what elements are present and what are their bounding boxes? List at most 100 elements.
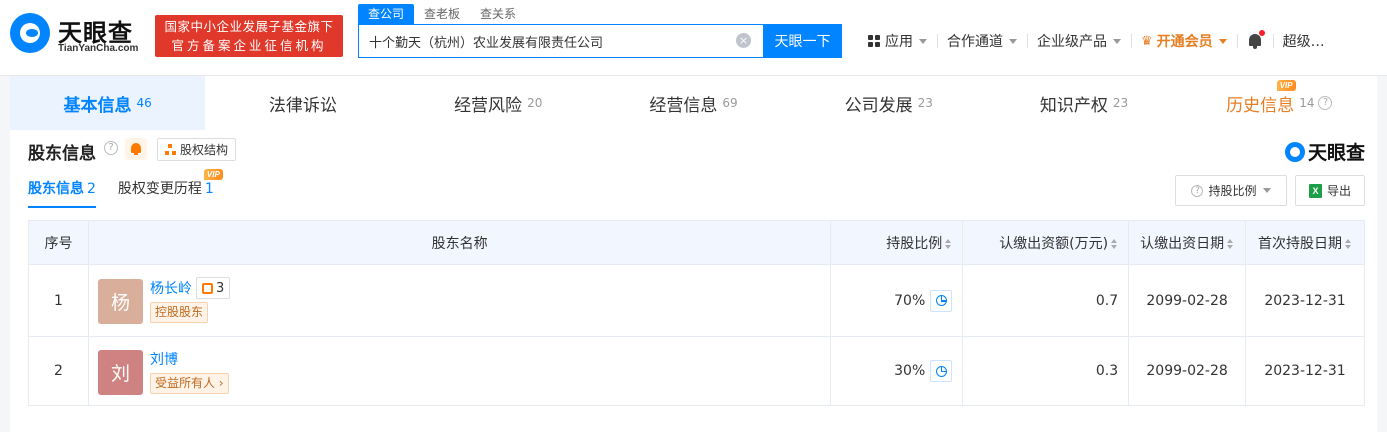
nav-user[interactable]: 超级… <box>1272 24 1335 58</box>
nav-cooperation[interactable]: 合作通道 <box>937 24 1027 58</box>
nav-apps[interactable]: 应用 <box>858 24 937 58</box>
sort-icon <box>1111 238 1118 249</box>
nav-enterprise[interactable]: 企业级产品 <box>1027 24 1131 58</box>
holder-tag: 控股股东 <box>149 302 208 323</box>
org-chart-icon <box>165 144 176 155</box>
top-header: 天眼查 TianYanCha.com 国家中小企业发展子基金旗下 官方备案企业征… <box>0 0 1387 76</box>
export-button[interactable]: X 导出 <box>1295 175 1365 206</box>
holder-tag-label: 受益所有人 <box>154 375 215 390</box>
avatar: 杨 <box>97 279 143 324</box>
equity-structure-button[interactable]: 股权结构 <box>157 138 237 161</box>
excel-icon: X <box>1308 183 1322 198</box>
header-ratio-label: 持股比例 <box>886 235 943 252</box>
search-clear-icon[interactable]: × <box>736 33 751 48</box>
export-label: 导出 <box>1326 184 1351 198</box>
header-no: 序号 <box>28 220 89 265</box>
vip-tag: VIP <box>203 169 223 180</box>
search-input[interactable] <box>359 25 719 57</box>
tianyancha-logo[interactable]: 天眼查 TianYanCha.com <box>10 13 150 59</box>
header-first-date[interactable]: 首次持股日期 <box>1245 220 1365 265</box>
ratio-filter-label: 持股比例 <box>1208 184 1257 198</box>
tab-label: 历史信息 <box>1226 95 1295 116</box>
logo-domain: TianYanCha.com <box>58 43 139 54</box>
tab-count: 69 <box>722 96 738 110</box>
table-row: 1 杨 杨长岭 3 控股股东 70% 0.7 2099-02-28 2023-1… <box>28 264 1365 337</box>
subtab-equity-history[interactable]: VIP 股权变更历程 1 <box>118 169 223 208</box>
search-button[interactable]: 天眼一下 <box>763 24 842 58</box>
shareholder-table: 序号 股东名称 持股比例 认缴出资额(万元) 认缴出资日期 首次持股日期 1 杨… <box>28 220 1365 406</box>
holder-cell: 刘 刘博 受益所有人 › <box>87 336 832 406</box>
related-companies-badge[interactable]: 3 <box>195 277 231 299</box>
shareholder-section: 股东信息 ? 股权结构 天眼查 股东信息 2 VIP 股权变更历程 1 ? 持股比例… <box>10 130 1377 432</box>
holder-cell: 杨 杨长岭 3 控股股东 <box>87 264 832 337</box>
logo-mark-icon <box>1284 141 1305 162</box>
nav-enterprise-label: 企业级产品 <box>1037 34 1107 50</box>
sort-icon <box>945 238 952 249</box>
tab-label: 经营信息 <box>649 95 718 116</box>
table-header-row: 序号 股东名称 持股比例 认缴出资额(万元) 认缴出资日期 首次持股日期 <box>28 220 1365 265</box>
search-tab-boss[interactable]: 查老板 <box>414 4 470 24</box>
header-ratio[interactable]: 持股比例 <box>830 220 964 265</box>
help-icon: ? <box>1191 184 1204 197</box>
gov-badge-line1: 国家中小企业发展子基金旗下 <box>164 19 334 34</box>
tab-legal[interactable]: 法律诉讼 <box>205 76 400 130</box>
ratio-cell: 70% <box>830 264 964 337</box>
search-tab-company[interactable]: 查公司 <box>358 4 415 24</box>
header-name: 股东名称 <box>87 220 832 265</box>
gov-badge-line2: 官方备案企业征信机构 <box>171 38 327 53</box>
tab-label: 法律诉讼 <box>268 95 337 116</box>
capital-value: 0.7 <box>962 264 1130 337</box>
crown-icon: ♛ <box>1141 33 1153 49</box>
vip-tag: VIP <box>1276 80 1296 91</box>
tab-count: 20 <box>527 96 543 110</box>
pie-chart-icon[interactable] <box>930 289 953 312</box>
nav-vip[interactable]: ♛ 开通会员 <box>1131 24 1237 58</box>
help-icon[interactable]: ? <box>104 141 118 155</box>
subtab-label: 股东信息 <box>28 181 84 197</box>
row-no: 2 <box>28 336 89 406</box>
help-icon[interactable]: ? <box>1318 96 1333 110</box>
tab-count: 23 <box>1112 96 1129 110</box>
header-capital[interactable]: 认缴出资额(万元) <box>962 220 1130 265</box>
row-no: 1 <box>28 264 89 337</box>
brand-name: 天眼查 <box>1307 142 1365 164</box>
holder-tag[interactable]: 受益所有人 › <box>149 372 229 394</box>
tab-history[interactable]: VIP 历史信息 14 ? <box>1182 76 1377 130</box>
tab-basic-info[interactable]: 基本信息 46 <box>10 76 206 130</box>
nav-cooperation-label: 合作通道 <box>947 34 1003 50</box>
tab-count: 46 <box>136 96 152 110</box>
tab-operation[interactable]: 经营信息 69 <box>596 76 791 130</box>
tianyancha-watermark-logo: 天眼查 <box>1284 138 1365 165</box>
chevron-down-icon <box>1218 38 1227 44</box>
subtab-shareholders[interactable]: 股东信息 2 <box>28 178 96 208</box>
tab-label: 基本信息 <box>63 95 132 116</box>
tab-risk[interactable]: 经营风险 20 <box>401 76 596 130</box>
table-row: 2 刘 刘博 受益所有人 › 30% 0.3 2099-02-28 2023-1… <box>28 336 1365 406</box>
nav-vip-label: 开通会员 <box>1156 34 1213 50</box>
ratio-filter-dropdown[interactable]: ? 持股比例 <box>1175 175 1287 206</box>
nav-notifications[interactable] <box>1236 24 1273 58</box>
tab-ip[interactable]: 知识产权 23 <box>986 76 1181 130</box>
chevron-down-icon <box>1009 38 1017 44</box>
holder-name-link[interactable]: 杨长岭 <box>150 278 192 298</box>
header-name-label: 股东名称 <box>431 235 488 252</box>
chevron-down-icon <box>919 38 927 44</box>
sort-icon <box>1345 238 1352 249</box>
capital-value: 0.3 <box>962 336 1130 406</box>
tab-development[interactable]: 公司发展 23 <box>791 76 986 130</box>
search-tab-relation[interactable]: 查关系 <box>470 4 526 24</box>
date-value: 2099-02-28 <box>1128 336 1247 406</box>
gov-badge: 国家中小企业发展子基金旗下 官方备案企业征信机构 <box>155 15 343 57</box>
holder-name-link[interactable]: 刘博 <box>150 349 178 369</box>
monitor-bell-icon[interactable] <box>125 138 147 160</box>
ratio-cell: 30% <box>830 336 964 406</box>
first-date-value: 2023-12-31 <box>1245 264 1365 337</box>
search-box: × <box>358 24 763 58</box>
notification-dot <box>1258 30 1265 36</box>
first-date-value: 2023-12-31 <box>1245 336 1365 406</box>
pie-chart-icon[interactable] <box>930 360 953 382</box>
header-date[interactable]: 认缴出资日期 <box>1128 220 1247 265</box>
user-name: 超级… <box>1282 34 1325 50</box>
subtab-count: 1 <box>204 181 214 197</box>
date-value: 2099-02-28 <box>1128 264 1247 337</box>
